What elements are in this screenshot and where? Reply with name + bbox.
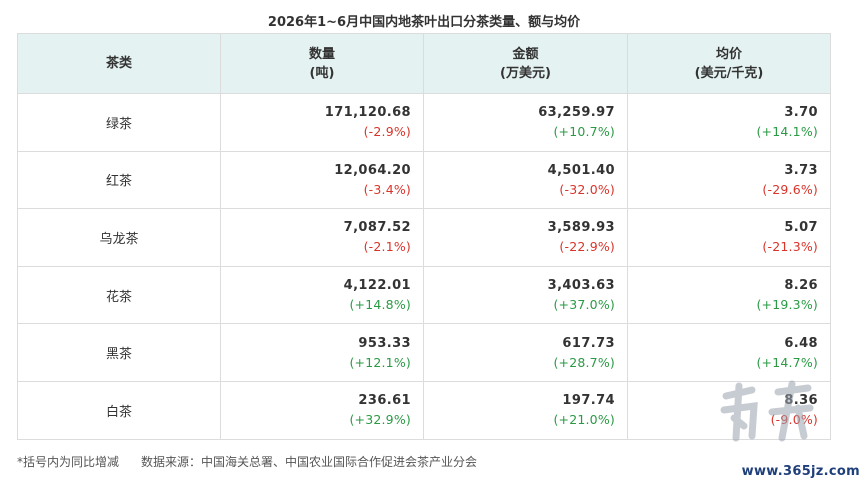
amount-value: 3,589.93 (547, 220, 615, 236)
table-title: 2026年1~6月中国内地茶叶出口分茶类量、额与均价 (267, 15, 581, 30)
header-price: 均价 (美元/千克) (627, 33, 831, 94)
quantity-change: (+12.1%) (349, 354, 411, 370)
quantity-cell: 953.33 (+12.1%) (220, 323, 424, 382)
amount-cell: 197.74 (+21.0%) (423, 380, 628, 440)
table-row: 花茶 4,122.01 (+14.8%) 3,403.63 (+37.0%) 8.2… (17, 265, 831, 325)
amount-change: (-22.9%) (559, 239, 615, 255)
price-cell: 5.07 (-21.3%) (627, 208, 831, 267)
quantity-value: 953.33 (358, 335, 411, 351)
header-quantity: 数量 (吨) (220, 33, 424, 94)
amount-cell: 63,259.97 (+10.7%) (423, 93, 628, 152)
price-value: 3.73 (784, 162, 818, 178)
category-cell: 绿茶 (17, 93, 221, 152)
price-value: 3.70 (784, 105, 818, 121)
amount-cell: 3,403.63 (+37.0%) (423, 265, 628, 325)
quantity-value: 171,120.68 (324, 105, 411, 121)
quantity-value: 236.61 (358, 393, 411, 409)
table-row: 乌龙茶 7,087.52 (-2.1%) 3,589.93 (-22.9%) 5.0… (17, 208, 831, 267)
category-cell: 花茶 (17, 265, 221, 325)
table-row: 绿茶 171,120.68 (-2.9%) 63,259.97 (+10.7%) 3… (17, 93, 831, 152)
price-value: 8.26 (784, 278, 818, 294)
quantity-change: (-2.9%) (363, 124, 411, 140)
amount-change: (-32.0%) (559, 181, 615, 197)
amount-cell: 4,501.40 (-32.0%) (423, 150, 628, 210)
price-change: (-29.6%) (762, 181, 818, 197)
quantity-change: (+14.8%) (349, 297, 411, 313)
amount-value: 197.74 (562, 393, 615, 409)
price-change: (+14.7%) (756, 354, 818, 370)
header-amount: 金额 (万美元) (423, 33, 628, 94)
newspaper-logo-watermark (720, 380, 814, 442)
quantity-change: (-3.4%) (363, 181, 411, 197)
amount-value: 63,259.97 (538, 105, 615, 121)
amount-value: 4,501.40 (547, 162, 615, 178)
amount-change: (+21.0%) (553, 412, 615, 428)
amount-change: (+10.7%) (553, 124, 615, 140)
header-category: 茶类 (17, 33, 221, 94)
quantity-cell: 12,064.20 (-3.4%) (220, 150, 424, 210)
quantity-value: 12,064.20 (334, 162, 411, 178)
footnote-note: *括号内为同比增减 (17, 455, 120, 469)
footnote-source: 数据来源：中国海关总署、中国农业国际合作促进会茶产业分会 (141, 455, 478, 469)
quantity-cell: 171,120.68 (-2.9%) (220, 93, 424, 152)
category-cell: 乌龙茶 (17, 208, 221, 267)
price-change: (-21.3%) (762, 239, 818, 255)
category-cell: 红茶 (17, 150, 221, 210)
price-cell: 8.26 (+19.3%) (627, 265, 831, 325)
quantity-cell: 236.61 (+32.9%) (220, 380, 424, 440)
table-row: 红茶 12,064.20 (-3.4%) 4,501.40 (-32.0%) 3.7… (17, 150, 831, 210)
price-change: (+14.1%) (756, 124, 818, 140)
amount-change: (+28.7%) (553, 354, 615, 370)
price-cell: 6.48 (+14.7%) (627, 323, 831, 382)
quantity-value: 4,122.01 (343, 278, 411, 294)
quantity-value: 7,087.52 (343, 220, 411, 236)
price-value: 6.48 (784, 335, 818, 351)
amount-cell: 3,589.93 (-22.9%) (423, 208, 628, 267)
footnote: *括号内为同比增减 数据来源：中国海关总署、中国农业国际合作促进会茶产业分会 (17, 453, 477, 470)
price-value: 5.07 (784, 220, 818, 236)
tea-export-table: 茶类 数量 (吨) 金额 (万美元) 均价 (美元/千克) 绿茶 171,120… (17, 33, 831, 440)
header-row: 茶类 数量 (吨) 金额 (万美元) 均价 (美元/千克) (17, 33, 831, 94)
price-cell: 3.70 (+14.1%) (627, 93, 831, 152)
table-row: 黑茶 953.33 (+12.1%) 617.73 (+28.7%) 6.48 (+1… (17, 323, 831, 382)
category-cell: 黑茶 (17, 323, 221, 382)
price-change: (+19.3%) (756, 297, 818, 313)
quantity-change: (+32.9%) (349, 412, 411, 428)
table-row: 白茶 236.61 (+32.9%) 197.74 (+21.0%) 8.36 (-9… (17, 380, 831, 440)
quantity-cell: 4,122.01 (+14.8%) (220, 265, 424, 325)
price-cell: 3.73 (-29.6%) (627, 150, 831, 210)
amount-value: 617.73 (562, 335, 615, 351)
quantity-cell: 7,087.52 (-2.1%) (220, 208, 424, 267)
quantity-change: (-2.1%) (363, 239, 411, 255)
site-watermark: www.365jz.com (741, 464, 860, 479)
amount-value: 3,403.63 (547, 278, 615, 294)
category-cell: 白茶 (17, 380, 221, 440)
amount-cell: 617.73 (+28.7%) (423, 323, 628, 382)
amount-change: (+37.0%) (553, 297, 615, 313)
